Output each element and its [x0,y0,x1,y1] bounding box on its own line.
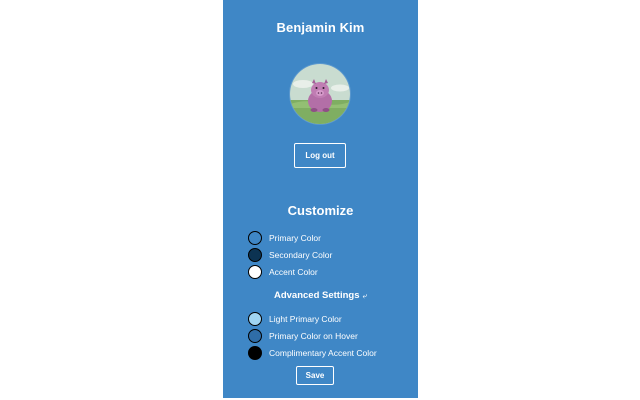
light-primary-color-swatch[interactable] [248,311,262,326]
complimentary-accent-color-label: Complimentary Accent Color [269,347,377,358]
secondary-color-label: Secondary Color [269,249,333,260]
secondary-color-swatch[interactable] [248,247,262,262]
secondary-color-option[interactable]: Secondary Color [248,246,332,263]
advanced-settings-label: Advanced Settings [273,290,360,301]
primary-color-label: Primary Color [269,232,321,243]
pig-illustration-icon [290,64,350,124]
light-primary-color-label: Light Primary Color [269,313,342,324]
complimentary-accent-color-swatch[interactable] [248,345,262,360]
user-name: Benjamin Kim [276,20,365,35]
save-button[interactable]: Save [296,366,334,385]
primary-color-option[interactable]: Primary Color [248,229,321,246]
logout-button[interactable]: Log out [294,143,346,168]
avatar[interactable] [290,64,350,124]
accent-color-option[interactable]: Accent Color [248,263,318,280]
primary-hover-color-label: Primary Color on Hover [269,330,358,341]
light-primary-color-option[interactable]: Light Primary Color [248,310,342,327]
profile-panel: Benjamin Kim Log out Customize Primary C… [223,0,418,398]
primary-color-swatch[interactable] [248,230,262,245]
accent-color-label: Accent Color [269,266,318,277]
accent-color-swatch[interactable] [248,264,262,279]
primary-hover-color-swatch[interactable] [248,328,262,343]
complimentary-accent-color-option[interactable]: Complimentary Accent Color [248,344,377,361]
advanced-settings-toggle[interactable]: Advanced Settings ⤶ [223,290,418,301]
primary-hover-color-option[interactable]: Primary Color on Hover [248,327,358,344]
customize-heading: Customize [287,203,354,218]
return-arrow-icon: ⤶ [362,291,367,300]
